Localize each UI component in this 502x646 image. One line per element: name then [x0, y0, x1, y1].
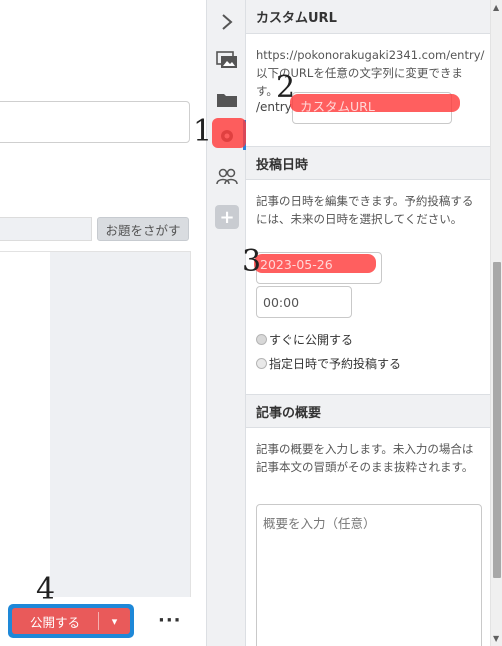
summary-textarea[interactable]: 概要を入力（任意）	[256, 504, 482, 646]
date-value: 2023-05-26	[260, 257, 333, 272]
topic-search-button[interactable]: お題をさがす	[97, 217, 189, 241]
annotation-2: 2	[276, 70, 296, 105]
radio-schedule[interactable]: 指定日時で予約投稿する	[256, 355, 401, 372]
radio-schedule-button[interactable]	[256, 358, 267, 369]
gear-highlight	[212, 118, 246, 148]
custom-url-placeholder: カスタムURL	[300, 99, 375, 114]
body-editor-panel	[50, 252, 190, 597]
publish-button-highlight: 公開する ▾	[8, 604, 134, 638]
scroll-up-icon[interactable]: ▲	[493, 3, 499, 12]
title-input[interactable]	[0, 101, 190, 143]
post-datetime-header: 投稿日時	[246, 146, 490, 180]
time-value: 00:00	[263, 294, 300, 310]
more-options-button[interactable]: ···	[158, 610, 182, 631]
custom-url-header: カスタムURL	[246, 0, 490, 34]
scroll-down-icon[interactable]: ▼	[493, 634, 499, 643]
post-datetime-description: 記事の日時を編集できます。予約投稿するには、未来の日時を選択してください。	[256, 194, 474, 226]
publish-button[interactable]: 公開する ▾	[12, 608, 130, 634]
plus-icon[interactable]: +	[215, 205, 239, 229]
radio-schedule-label: 指定日時で予約投稿する	[269, 357, 402, 371]
annotation-3: 3	[242, 244, 262, 279]
editor-area: お題をさがす 公開する ▾ ···	[0, 0, 206, 646]
publish-dropdown-icon[interactable]: ▾	[99, 615, 130, 628]
summary-description: 記事の概要を入力します。未入力の場合は記事本文の冒頭がそのまま抜粋されます。	[256, 442, 474, 474]
users-icon[interactable]	[207, 162, 247, 190]
body-editor[interactable]	[0, 251, 191, 597]
summary-placeholder: 概要を入力（任意）	[263, 516, 376, 531]
radio-publish-now[interactable]: すぐに公開する	[256, 331, 353, 348]
topic-search-input[interactable]	[0, 217, 92, 241]
summary-header: 記事の概要	[246, 394, 490, 428]
time-input[interactable]: 00:00	[256, 286, 352, 318]
scrollbar[interactable]: ▲ ▼	[490, 0, 502, 646]
sidebar-toolbar: +	[206, 0, 246, 646]
publish-button-label: 公開する	[29, 614, 80, 630]
radio-publish-now-label: すぐに公開する	[269, 333, 354, 347]
scroll-thumb[interactable]	[493, 262, 501, 578]
radio-publish-now-button[interactable]	[256, 334, 267, 345]
annotation-1: 1	[193, 114, 213, 149]
image-icon[interactable]	[207, 46, 247, 74]
folder-icon[interactable]	[207, 86, 247, 114]
chevron-right-icon[interactable]	[207, 8, 247, 36]
annotation-4: 4	[36, 572, 56, 607]
